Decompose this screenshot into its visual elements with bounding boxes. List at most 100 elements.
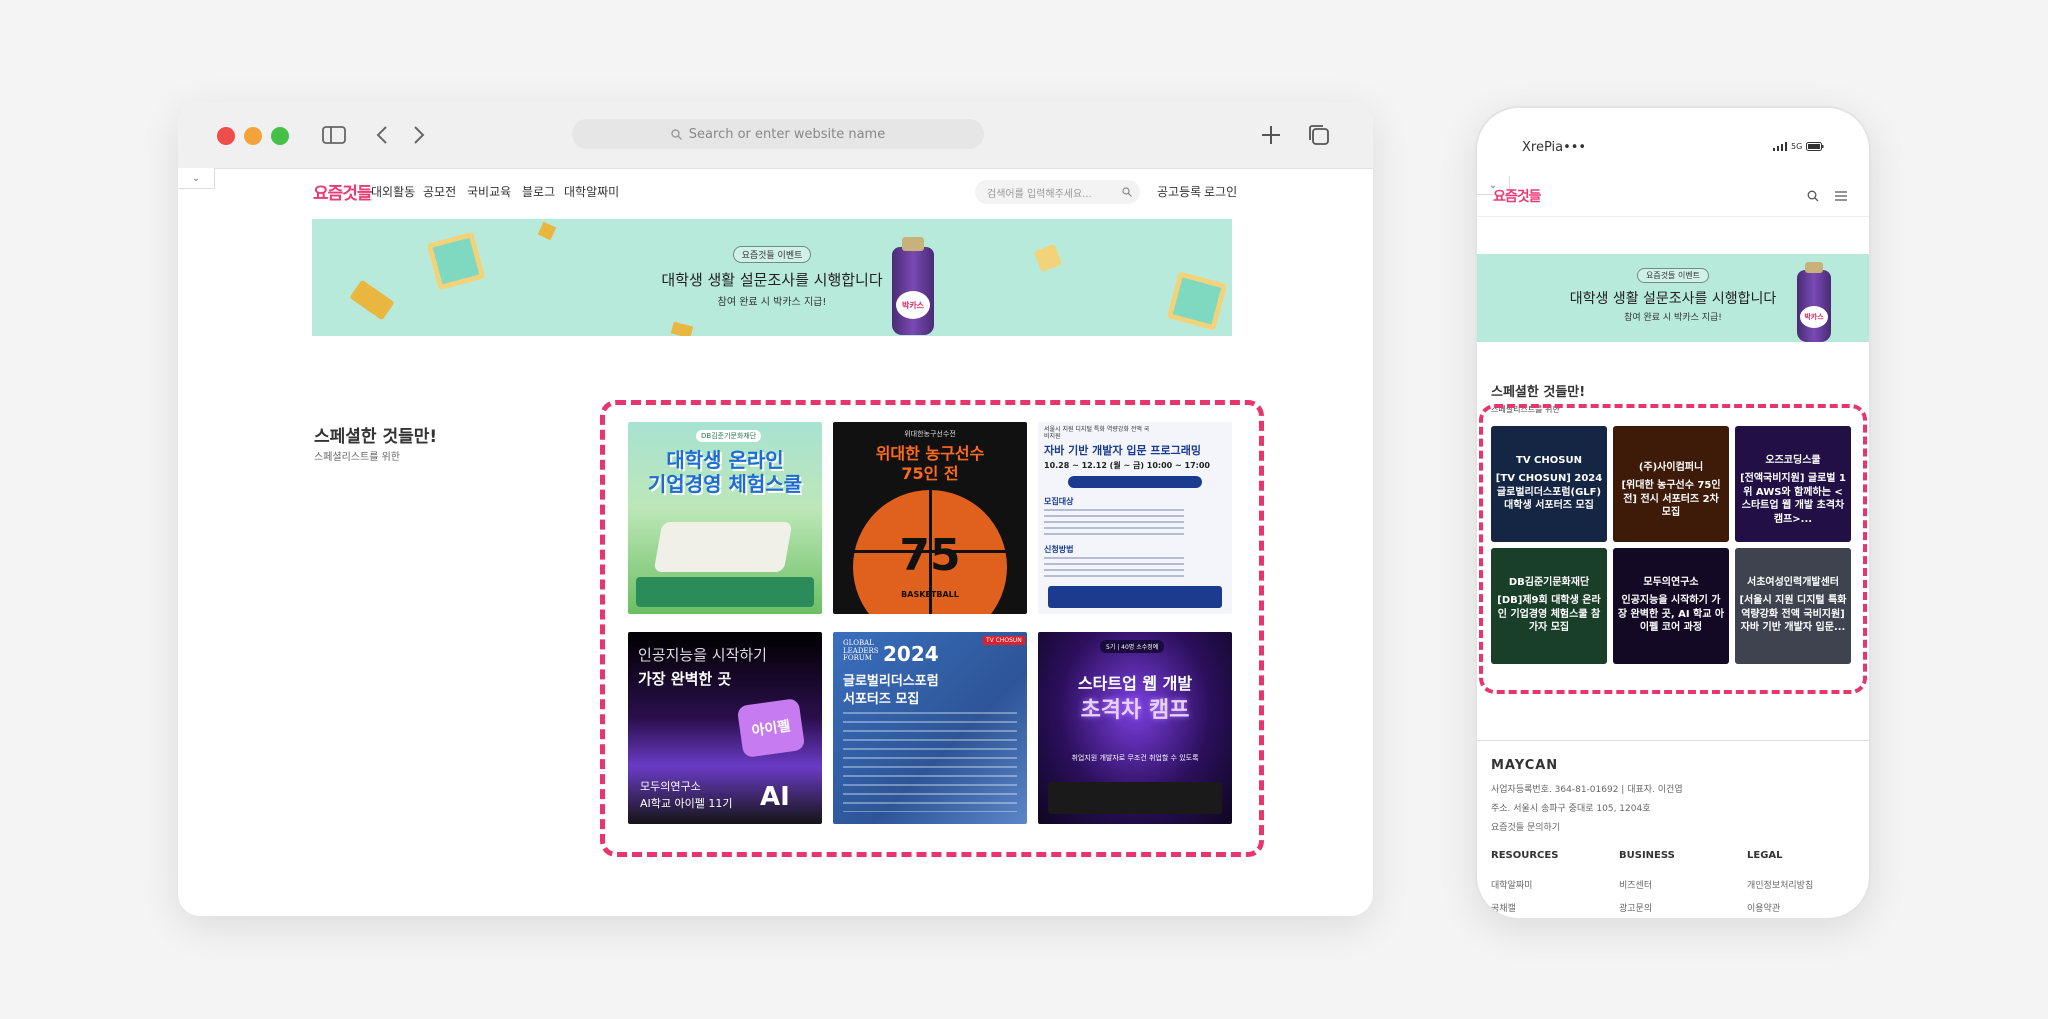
card-section-label-2: 신청방법 xyxy=(1044,545,1074,554)
site-search-placeholder: 검색어를 입력해주세요... xyxy=(987,188,1092,200)
mobile-card-title: 인공지능을 시작하기 가장 완벽한 곳, AI 학교 아이펠 코어 과정 xyxy=(1617,595,1725,633)
site-search-input[interactable]: 검색어를 입력해주세요... xyxy=(975,180,1140,204)
banner-event-pill: 요즘것들 이벤트 xyxy=(732,246,812,263)
card-badge: 5기 | 40명 소수정예 xyxy=(1100,640,1165,653)
mobile-card-global-leaders[interactable]: TV CHOSUN [TV CHOSUN] 2024 글로벌리더스포럼(GLF)… xyxy=(1491,426,1607,542)
mobile-card-org: TV CHOSUN xyxy=(1516,455,1582,466)
new-tab-plus-icon[interactable] xyxy=(1260,124,1282,146)
card-org-2: AI학교 아이펠 11기 xyxy=(640,797,733,810)
search-icon xyxy=(671,128,682,140)
mobile-card-basketball[interactable]: (주)사이컴퍼니 [위대한 농구선수 75인 전] 전시 서포터즈 2차 모집 xyxy=(1613,426,1729,542)
card-info-box xyxy=(636,577,814,607)
program-card-startup-camp[interactable]: 5기 | 40명 소수정예 스타트업 웹 개발 초격차 캠프 취업지원 개발자로… xyxy=(1038,632,1232,824)
search-icon[interactable] xyxy=(1807,190,1819,202)
mobile-phone-frame: XrePia••• 5G ⌄ 요즘것들 요즘것들 이벤트 대학생 생활 설문조사… xyxy=(1475,106,1871,920)
nav-item-college-tips[interactable]: 대학알짜미 xyxy=(564,183,619,200)
mobile-card-org: 모두의연구소 xyxy=(1643,577,1699,588)
close-window-button[interactable] xyxy=(217,127,235,145)
card-tag: DB김준기문화재단 xyxy=(696,430,762,442)
mobile-card-title: [DB]제9회 대학생 온라인 기업경영 체험스쿨 참가자 모집 xyxy=(1497,595,1601,633)
nav-item-contests[interactable]: 공모전 xyxy=(423,183,456,200)
program-card-java-developer[interactable]: 서울시 지원 디지털 특화 역량강화 전액 국비지원 자바 기반 개발자 입문 … xyxy=(1038,422,1232,614)
mobile-card-title: [TV CHOSUN] 2024 글로벌리더스포럼(GLF) 대학생 서포터즈 … xyxy=(1495,473,1603,511)
program-card-basketball-exhibit[interactable]: 위대한농구선수전 위대한 농구선수 75인 전 75 BASKETBALL xyxy=(833,422,1027,614)
nav-item-blog[interactable]: 블로그 xyxy=(522,183,555,200)
mobile-card-org: (주)사이컴퍼니 xyxy=(1638,462,1704,473)
ai-mark: AI xyxy=(760,782,790,812)
mobile-card-ai-school[interactable]: 모두의연구소 인공지능을 시작하기 가장 완벽한 곳, AI 학교 아이펠 코어… xyxy=(1613,548,1729,664)
footer-link[interactable]: 개인정보처리방침 xyxy=(1747,878,1813,891)
card-headline-2: 가장 완벽한 곳 xyxy=(638,670,732,688)
tab-overview-icon[interactable] xyxy=(1306,123,1330,147)
section-subtitle: 스페셜리스트를 위한 xyxy=(314,452,400,463)
back-arrow-icon[interactable] xyxy=(375,125,389,145)
basketball-graphic: 75 BASKETBALL xyxy=(853,490,1007,614)
nav-item-activities[interactable]: 대외활동 xyxy=(371,183,415,200)
mobile-card-org: 오즈코딩스쿨 xyxy=(1765,455,1821,466)
footer-business-info: 사업자등록번호. 364-81-01692 | 대표자. 이건엽 xyxy=(1491,785,1683,795)
mobile-card-org: DB김준기문화재단 xyxy=(1508,577,1590,588)
section-title: 스페셜한 것들만! xyxy=(314,427,438,447)
card-headline-2: 서포터즈 모집 xyxy=(843,692,920,707)
card-tag: 서울시 지원 디지털 특화 역량강화 전액 국비지원 xyxy=(1044,426,1150,441)
desktop-browser-window: Search or enter website name ⌄ 요즘것들 대외활동… xyxy=(178,102,1373,916)
address-bar[interactable]: Search or enter website name xyxy=(572,119,984,149)
address-bar-placeholder: Search or enter website name xyxy=(688,126,886,142)
footer-contact-link[interactable]: 요즘것들 문의하기 xyxy=(1491,820,1560,833)
bottle-label: 박카스 xyxy=(1800,306,1828,328)
banner-title: 대학생 생활 설문조사를 시행합니다 xyxy=(661,271,883,289)
picnic-illustration xyxy=(653,522,793,572)
signal-icon xyxy=(1773,142,1787,151)
aiffel-bubble: 아이펠 xyxy=(736,697,806,759)
mobile-card-startup-camp[interactable]: 오즈코딩스쿨 [전액국비지원] 글로벌 1위 AWS와 함께하는 <스타트업 웹… xyxy=(1735,426,1851,542)
sidebar-toggle-icon[interactable] xyxy=(322,125,346,145)
ribbon-decoration xyxy=(670,321,694,336)
hamburger-menu-icon[interactable] xyxy=(1835,191,1847,201)
mobile-card-title: [서울시 지원 디지털 특화 역량강화 전액 국비지원] 자바 기반 개발자 입… xyxy=(1739,595,1847,633)
program-card-global-leaders[interactable]: GLOBAL LEADERS FORUM 2024 TV CHOSUN 글로벌리… xyxy=(833,632,1027,824)
ribbon-decoration xyxy=(537,221,557,241)
status-bar-time: XrePia••• xyxy=(1522,140,1587,155)
mobile-card-business-school[interactable]: DB김준기문화재단 [DB]제9회 대학생 온라인 기업경영 체험스쿨 참가자 … xyxy=(1491,548,1607,664)
card-org: 모두의연구소 xyxy=(640,780,701,793)
footer-link[interactable]: 공채캘 xyxy=(1491,901,1516,914)
search-icon[interactable] xyxy=(1122,187,1132,197)
footer-link[interactable]: 광고문의 xyxy=(1619,901,1652,914)
program-card-ai-school[interactable]: 인공지능을 시작하기 가장 완벽한 곳 아이펠 모두의연구소 AI학교 아이펠 … xyxy=(628,632,822,824)
minimize-window-button[interactable] xyxy=(244,127,262,145)
card-headline: 글로벌리더스포럼 xyxy=(843,674,939,689)
brand-line-3: FORUM xyxy=(843,654,872,663)
bottle-label: 박카스 xyxy=(896,291,930,319)
mobile-event-banner[interactable]: 요즘것들 이벤트 대학생 생활 설문조사를 시행합니다 참여 완료 시 박카스 … xyxy=(1477,254,1869,342)
card-year: 2024 xyxy=(883,642,939,666)
card-headline: 자바 기반 개발자 입문 프로그래밍 xyxy=(1044,444,1201,457)
nav-item-education[interactable]: 국비교육 xyxy=(467,183,511,200)
basketball-number: 75 xyxy=(899,530,961,581)
mobile-card-java-developer[interactable]: 서초여성인력개발센터 [서울시 지원 디지털 특화 역량강화 전액 국비지원] … xyxy=(1735,548,1851,664)
status-bar-icons: 5G xyxy=(1773,142,1824,151)
mobile-card-title: [전액국비지원] 글로벌 1위 AWS와 함께하는 <스타트업 웹 개발 초격차… xyxy=(1740,473,1846,525)
banner-subtitle: 참여 완료 시 박카스 지급! xyxy=(717,297,827,308)
collapse-chevron-icon[interactable]: ⌄ xyxy=(178,168,215,189)
mobile-card-title: [위대한 농구선수 75인 전] 전시 서포터즈 2차 모집 xyxy=(1621,480,1721,518)
event-banner[interactable]: 요즘것들 이벤트 대학생 생활 설문조사를 시행합니다 참여 완료 시 박카스 … xyxy=(312,219,1232,336)
program-card-business-school[interactable]: DB김준기문화재단 대학생 온라인 기업경영 체험스쿨 xyxy=(628,422,822,614)
mobile-site-logo[interactable]: 요즘것들 xyxy=(1493,186,1542,206)
footer-link[interactable]: 이용약관 xyxy=(1747,901,1780,914)
maximize-window-button[interactable] xyxy=(271,127,289,145)
battery-icon xyxy=(1806,142,1824,151)
footer-column-resources: RESOURCES xyxy=(1491,850,1559,861)
card-section-label: 모집대상 xyxy=(1044,497,1074,506)
network-type: 5G xyxy=(1791,142,1803,151)
footer-address: 주소. 서울시 송파구 중대로 105, 1204호 xyxy=(1491,804,1651,814)
card-headline: 스타트업 웹 개발 xyxy=(1077,674,1193,693)
site-logo[interactable]: 요즘것들 xyxy=(313,179,373,204)
forward-arrow-icon[interactable] xyxy=(412,125,426,145)
login-link[interactable]: 로그인 xyxy=(1204,183,1237,200)
post-listing-link[interactable]: 공고등록 xyxy=(1157,183,1201,200)
footer-link[interactable]: 비즈센터 xyxy=(1619,878,1652,891)
footer-link[interactable]: 대학알짜미 xyxy=(1491,878,1532,891)
mobile-card-org: 서초여성인력개발센터 xyxy=(1747,577,1839,588)
footer-brand: MAYCAN xyxy=(1491,758,1559,773)
footer-column-legal: LEGAL xyxy=(1747,850,1783,861)
